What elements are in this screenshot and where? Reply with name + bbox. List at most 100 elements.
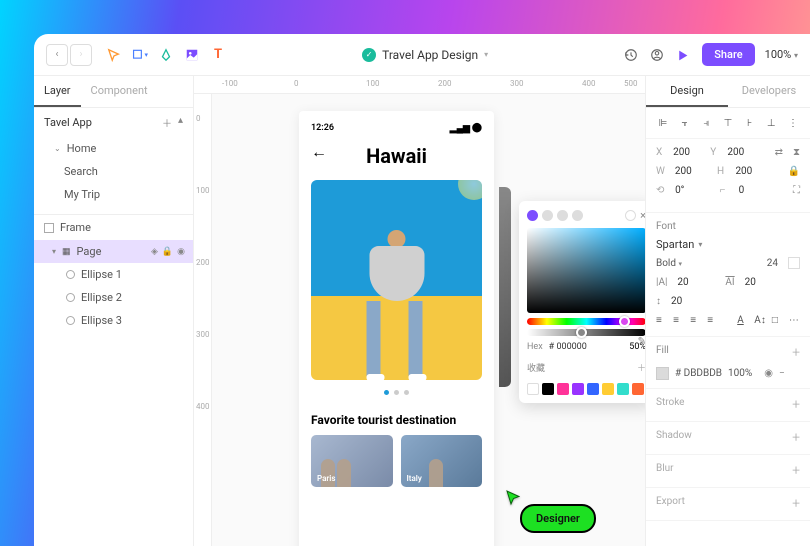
canvas[interactable]: -1000100200300400500 0100200300400 12:26… — [194, 76, 645, 546]
eyedropper-icon[interactable]: ✎ — [638, 336, 645, 347]
hex-value[interactable]: # 000000 — [549, 342, 624, 352]
swatch[interactable] — [617, 383, 629, 395]
history-icon[interactable] — [624, 47, 640, 63]
back-button[interactable]: ‹ — [46, 44, 68, 66]
rotation-value[interactable]: 0° — [675, 185, 709, 196]
add-shadow-icon[interactable]: + — [792, 430, 800, 446]
hue-slider[interactable] — [527, 318, 645, 325]
tab-design[interactable]: Design — [646, 76, 728, 107]
align-right-icon[interactable]: ⫣ — [699, 116, 713, 130]
align-bottom-icon[interactable]: ⊥ — [764, 116, 778, 130]
color-picker-panel[interactable]: × ✎ Hex # 000000 50% 收藏＋ — [519, 201, 645, 403]
text-transform-icon[interactable]: A↕ — [754, 315, 766, 328]
lock-ratio-icon[interactable]: 🔒 — [788, 166, 800, 177]
dot-1[interactable] — [384, 390, 389, 395]
tab-layer[interactable]: Layer — [34, 76, 81, 107]
add-export-icon[interactable]: + — [792, 496, 800, 512]
add-swatch-icon[interactable]: ＋ — [637, 361, 645, 374]
fill-opacity[interactable]: 100% — [728, 368, 752, 379]
frame-tool-icon[interactable]: ▾ — [132, 47, 148, 63]
visibility-icon[interactable]: ◉ — [177, 247, 185, 257]
blur-section[interactable]: Blur+ — [646, 455, 810, 488]
card-italy[interactable]: Italy — [401, 435, 483, 487]
layer-ellipse-3[interactable]: Ellipse 3 — [34, 309, 193, 332]
font-size-value[interactable]: 24 — [767, 258, 778, 269]
tree-item-home[interactable]: ⌄Home — [34, 137, 193, 160]
h-value[interactable]: 200 — [735, 166, 767, 177]
dot-3[interactable] — [404, 390, 409, 395]
tab-developers[interactable]: Developers — [728, 76, 810, 107]
fill-mode-image[interactable] — [625, 210, 636, 221]
tree-item-search[interactable]: Search — [34, 160, 193, 183]
dot-2[interactable] — [394, 390, 399, 395]
fill-mode-solid[interactable] — [527, 210, 538, 221]
distribute-icon[interactable]: ⋮ — [786, 116, 800, 130]
swatch[interactable] — [542, 383, 554, 395]
fill-remove-icon[interactable]: − — [779, 368, 785, 379]
swatch[interactable] — [557, 383, 569, 395]
y-value[interactable]: 200 — [727, 147, 754, 158]
fill-visibility-icon[interactable]: ◉ — [764, 368, 773, 379]
add-stroke-icon[interactable]: + — [792, 397, 800, 413]
timer-icon[interactable]: ⧗ — [793, 147, 800, 158]
carousel-dots[interactable] — [311, 390, 482, 395]
tree-item-mytrip[interactable]: My Trip — [34, 183, 193, 206]
font-family-select[interactable]: Spartan▾ — [656, 238, 800, 251]
share-button[interactable]: Share — [702, 43, 754, 66]
pen-tool-icon[interactable] — [158, 47, 174, 63]
close-icon[interactable]: × — [640, 209, 645, 222]
w-value[interactable]: 200 — [675, 166, 707, 177]
card-paris[interactable]: Paris — [311, 435, 393, 487]
layer-ellipse-1[interactable]: Ellipse 1 — [34, 263, 193, 286]
add-fill-icon[interactable]: + — [792, 345, 800, 361]
lock-icon[interactable]: 🔒 — [162, 247, 173, 257]
title-dropdown-icon[interactable]: ▾ — [484, 50, 488, 59]
fill-mode-radial[interactable] — [557, 210, 568, 221]
align-top-icon[interactable]: ⊤ — [721, 116, 735, 130]
text-align-justify-icon[interactable]: ≡ — [707, 315, 718, 328]
image-tool-icon[interactable] — [184, 47, 200, 63]
line-height-value[interactable]: 20 — [677, 277, 715, 288]
font-weight-select[interactable]: Bold ▾ — [656, 258, 682, 269]
align-left-icon[interactable]: ⊫ — [656, 116, 670, 130]
align-center-h-icon[interactable]: ⫟ — [678, 116, 692, 130]
forward-button[interactable]: › — [70, 44, 92, 66]
collapse-icon[interactable]: ▴ — [178, 115, 183, 130]
frame-header[interactable]: Frame — [34, 214, 193, 240]
user-icon[interactable] — [650, 47, 666, 63]
stroke-section[interactable]: Stroke+ — [646, 389, 810, 422]
hue-thumb[interactable] — [619, 316, 630, 327]
text-align-center-icon[interactable]: ≡ — [673, 315, 684, 328]
add-page-icon[interactable]: ＋ — [162, 115, 172, 130]
swatch[interactable] — [572, 383, 584, 395]
fill-mode-linear[interactable] — [542, 210, 553, 221]
fill-hex[interactable]: # DBDBDB — [675, 368, 722, 379]
text-box-icon[interactable]: □ — [772, 315, 783, 328]
layer-page[interactable]: ▾ ▦ Page ◈🔒◉ — [34, 240, 193, 263]
text-align-left-icon[interactable]: ≡ — [656, 315, 667, 328]
letter-spacing-value[interactable]: 20 — [745, 277, 783, 288]
expand-icon[interactable]: ▾ — [52, 247, 56, 256]
artboard-mobile[interactable]: 12:26 ▂▄▆ ⬤ ← Hawaii — [299, 111, 494, 546]
color-gradient-area[interactable] — [527, 228, 645, 313]
corners-icon[interactable]: ⛶ — [793, 185, 800, 196]
paragraph-spacing-value[interactable]: 20 — [671, 296, 709, 307]
add-blur-icon[interactable]: + — [792, 463, 800, 479]
lightness-slider[interactable] — [527, 329, 645, 336]
layer-ellipse-2[interactable]: Ellipse 2 — [34, 286, 193, 309]
radius-value[interactable]: 0 — [739, 185, 773, 196]
text-more-icon[interactable]: ⋯ — [789, 315, 800, 328]
fill-swatch[interactable] — [656, 367, 669, 380]
swatch[interactable] — [632, 383, 644, 395]
swatch[interactable] — [587, 383, 599, 395]
export-section[interactable]: Export+ — [646, 488, 810, 521]
swatch[interactable] — [602, 383, 614, 395]
swatch[interactable] — [527, 383, 539, 395]
fill-mode-angular[interactable] — [572, 210, 583, 221]
text-tool-icon[interactable]: T — [210, 47, 226, 63]
shadow-section[interactable]: Shadow+ — [646, 422, 810, 455]
flip-h-icon[interactable]: ⇄ — [775, 147, 783, 158]
align-middle-icon[interactable]: ⊦ — [743, 116, 757, 130]
move-tool-icon[interactable] — [106, 47, 122, 63]
play-icon[interactable] — [676, 47, 692, 63]
